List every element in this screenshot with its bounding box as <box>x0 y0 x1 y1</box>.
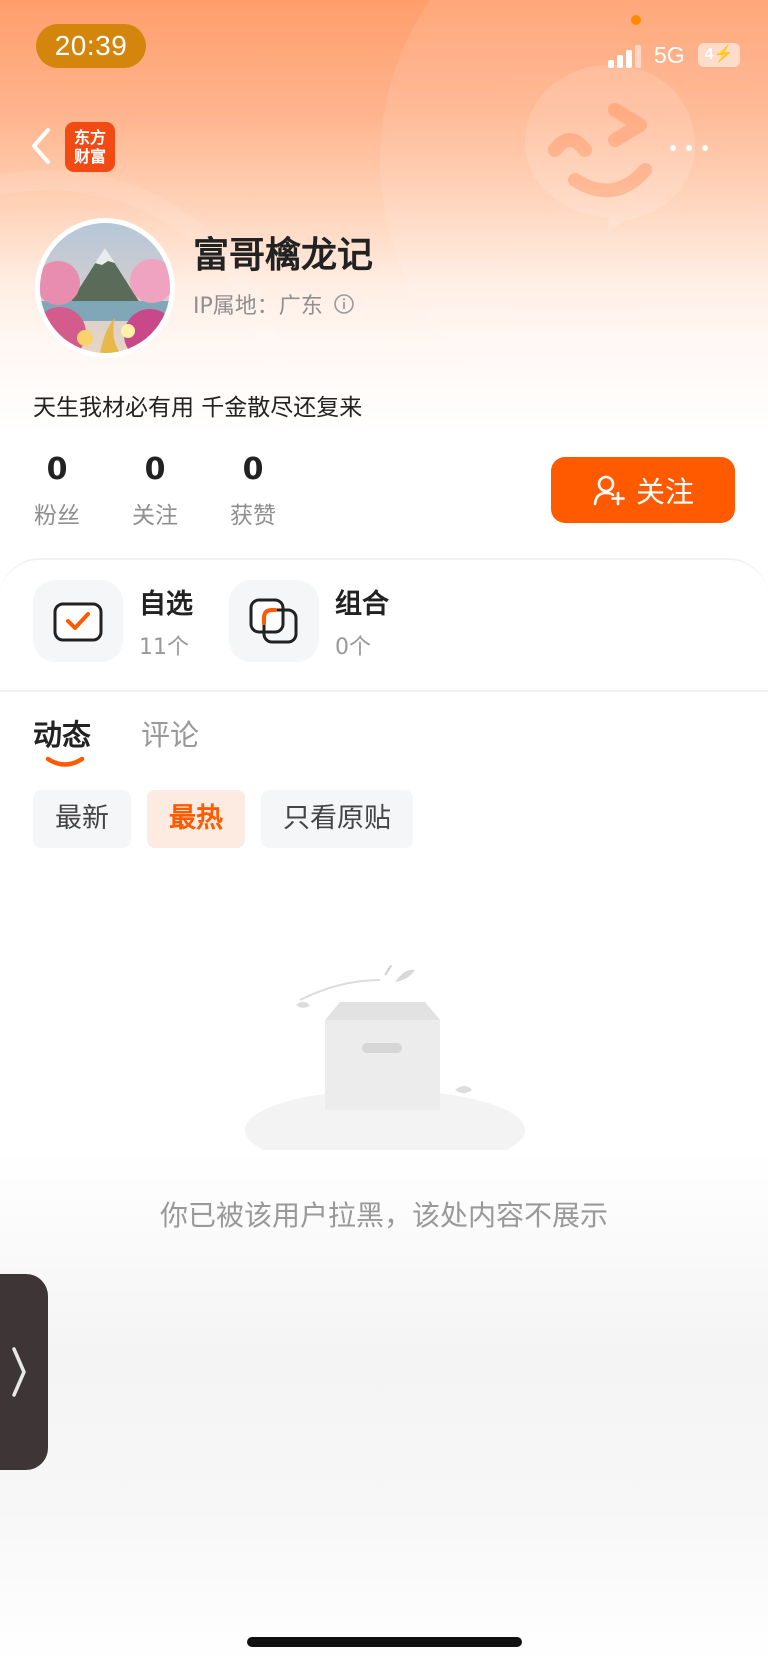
stat-label: 粉丝 <box>34 503 80 529</box>
profile-page: 20:39 5G 4⚡ 东方财富 富哥檎龙记 IP属地：广东 天生我材必有用 千… <box>0 0 768 1663</box>
filter-chips: 最新 最热 只看原贴 <box>33 790 413 848</box>
signal-icon <box>608 44 644 68</box>
follow-label: 关注 <box>635 475 694 509</box>
stat-value: 0 <box>144 452 166 487</box>
stat-value: 0 <box>242 452 264 487</box>
follow-button[interactable]: 关注 <box>551 457 735 523</box>
app-logo-text: 东方财富 <box>73 128 106 166</box>
stat-value: 0 <box>46 452 68 487</box>
portfolio-icon <box>229 580 319 662</box>
username: 富哥檎龙记 <box>193 235 374 276</box>
more-icon[interactable] <box>670 136 716 160</box>
filter-original-only[interactable]: 只看原贴 <box>261 790 413 848</box>
app-logo[interactable]: 东方财富 <box>65 122 115 172</box>
status-time: 20:39 <box>36 24 146 68</box>
shortcut-watchlist[interactable]: 自选 11个 <box>33 580 193 662</box>
empty-state-message: 你已被该用户拉黑，该处内容不展示 <box>159 1199 608 1232</box>
tab-label: 评论 <box>141 718 200 752</box>
shortcut-title: 自选 <box>139 588 193 620</box>
shortcut-portfolio[interactable]: 组合 0个 <box>229 580 389 662</box>
bio: 天生我材必有用 千金散尽还复来 <box>33 395 363 421</box>
filter-latest[interactable]: 最新 <box>33 790 131 848</box>
stat-label: 获赞 <box>230 503 276 529</box>
filter-hottest[interactable]: 最热 <box>147 790 245 848</box>
tab-label: 动态 <box>33 718 92 752</box>
stat-following[interactable]: 0 关注 <box>131 452 179 530</box>
chevron-right-icon <box>12 1347 26 1397</box>
home-indicator[interactable] <box>247 1637 522 1647</box>
stats-row: 0 粉丝 0 关注 0 获赞 <box>33 452 277 530</box>
watchlist-icon <box>33 580 123 662</box>
info-icon[interactable] <box>333 293 355 315</box>
shortcut-count: 11个 <box>139 634 189 660</box>
tab-indicator <box>45 756 85 767</box>
avatar[interactable] <box>35 218 175 358</box>
shortcut-count: 0个 <box>335 634 371 660</box>
stat-label: 关注 <box>132 503 178 529</box>
back-icon[interactable] <box>26 124 56 168</box>
tab-bar: 动态 评论 <box>33 712 199 767</box>
side-drawer-handle[interactable] <box>0 1274 48 1470</box>
empty-box-icon <box>245 965 525 1150</box>
ip-location: IP属地：广东 <box>193 294 323 319</box>
add-user-icon <box>593 475 625 506</box>
stat-likes[interactable]: 0 获赞 <box>229 452 277 530</box>
avatar-image <box>40 223 170 353</box>
privacy-dot <box>631 15 641 25</box>
battery-icon: 4⚡ <box>698 43 740 67</box>
network-label: 5G <box>654 42 685 68</box>
tab-comments[interactable]: 评论 <box>141 712 199 754</box>
battery-level: 4 <box>704 46 714 63</box>
ip-location-row: IP属地：广东 <box>193 288 355 320</box>
tab-feed[interactable]: 动态 <box>33 712 92 767</box>
stat-followers[interactable]: 0 粉丝 <box>33 452 81 530</box>
divider <box>0 690 768 692</box>
shortcut-title: 组合 <box>335 588 389 620</box>
